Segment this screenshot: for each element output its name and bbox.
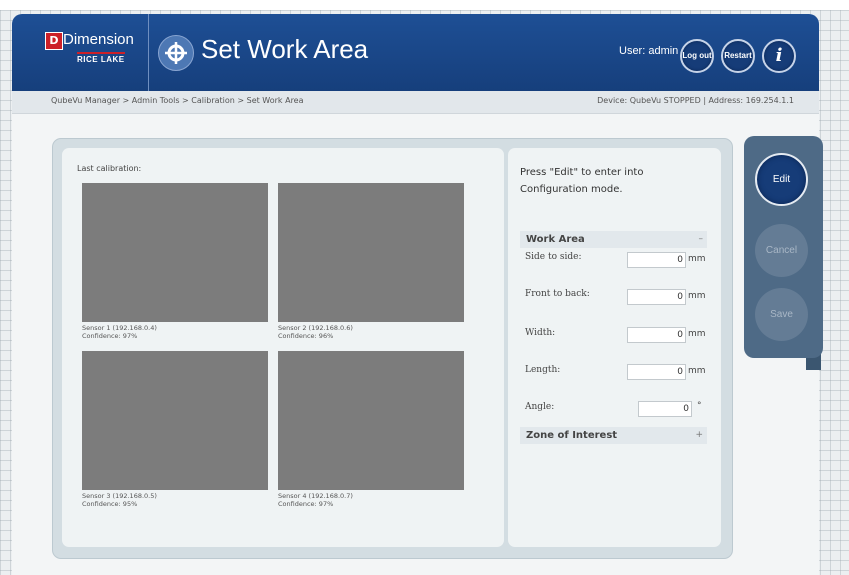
side-to-side-input[interactable]: 0 (627, 252, 686, 268)
action-panel: Edit Cancel Save (744, 136, 823, 358)
work-area-section-header[interactable]: Work Area – (520, 231, 707, 248)
sensor-4-confidence: Confidence: 97% (278, 500, 334, 508)
brand-logo: D Dimension RICE LAKE (12, 14, 149, 91)
front-to-back-input[interactable]: 0 (627, 289, 686, 305)
cancel-button[interactable]: Cancel (755, 224, 808, 277)
sensor-3-name: Sensor 3 (192.168.0.5) (82, 492, 157, 500)
save-button[interactable]: Save (755, 288, 808, 341)
width-input[interactable]: 0 (627, 327, 686, 343)
brand-name: Dimension (63, 31, 134, 48)
logout-button[interactable]: Log out (680, 39, 714, 73)
work-area-title: Work Area (526, 234, 585, 245)
status-bar: QubeVu Manager > Admin Tools > Calibrati… (12, 91, 819, 114)
restart-button[interactable]: Restart (721, 39, 755, 73)
info-button[interactable]: i (762, 39, 796, 73)
width-unit: mm (688, 329, 706, 339)
sensor-1-name: Sensor 1 (192.168.0.4) (82, 324, 157, 332)
front-to-back-unit: mm (688, 291, 706, 301)
main-panel: Last calibration: Sensor 1 (192.168.0.4)… (52, 138, 733, 559)
configuration-panel: Press "Edit" to enter into Configuration… (508, 148, 721, 547)
angle-unit: ° (697, 401, 702, 411)
sensor-3-caption: Sensor 3 (192.168.0.5) Confidence: 95% (82, 492, 157, 508)
sensor-1-caption: Sensor 1 (192.168.0.4) Confidence: 97% (82, 324, 157, 340)
sensor-4-image (278, 351, 464, 490)
sensor-4-caption: Sensor 4 (192.168.0.7) Confidence: 97% (278, 492, 353, 508)
calibration-panel: Last calibration: Sensor 1 (192.168.0.4)… (62, 148, 504, 547)
header-bar: D Dimension RICE LAKE Set Work Area User… (12, 14, 819, 91)
logo-mark-icon: D (45, 32, 63, 50)
side-to-side-label: Side to side: (525, 252, 582, 262)
width-label: Width: (525, 328, 556, 338)
brand-maker: RICE LAKE (77, 52, 125, 64)
app-window: D Dimension RICE LAKE Set Work Area User… (12, 14, 819, 575)
sensor-3-image (82, 351, 268, 490)
angle-label: Angle: (525, 402, 555, 412)
user-label: User: admin (619, 45, 679, 57)
instructions-text: Press "Edit" to enter into Configuration… (520, 167, 644, 195)
length-label: Length: (525, 365, 561, 375)
page-title: Set Work Area (201, 34, 369, 64)
length-input[interactable]: 0 (627, 364, 686, 380)
breadcrumb: QubeVu Manager > Admin Tools > Calibrati… (51, 96, 304, 105)
last-calibration-heading: Last calibration: (77, 164, 142, 173)
expand-icon[interactable]: + (689, 427, 703, 444)
crosshair-icon (158, 35, 194, 71)
top-strip (0, 0, 849, 10)
edit-button[interactable]: Edit (755, 153, 808, 206)
sensor-3-confidence: Confidence: 95% (82, 500, 138, 508)
length-unit: mm (688, 366, 706, 376)
side-to-side-unit: mm (688, 254, 706, 264)
collapse-icon[interactable]: – (693, 231, 704, 248)
sensor-2-confidence: Confidence: 96% (278, 332, 334, 340)
zone-of-interest-section-header[interactable]: Zone of Interest + (520, 427, 707, 444)
device-status: Device: QubeVu STOPPED | Address: 169.25… (597, 96, 794, 105)
sensor-2-name: Sensor 2 (192.168.0.6) (278, 324, 353, 332)
zone-of-interest-title: Zone of Interest (526, 430, 618, 441)
sensor-4-name: Sensor 4 (192.168.0.7) (278, 492, 353, 500)
sensor-1-confidence: Confidence: 97% (82, 332, 138, 340)
sensor-2-caption: Sensor 2 (192.168.0.6) Confidence: 96% (278, 324, 353, 340)
angle-input[interactable]: 0 (638, 401, 692, 417)
sensor-2-image (278, 183, 464, 322)
sensor-1-image (82, 183, 268, 322)
front-to-back-label: Front to back: (525, 289, 590, 299)
